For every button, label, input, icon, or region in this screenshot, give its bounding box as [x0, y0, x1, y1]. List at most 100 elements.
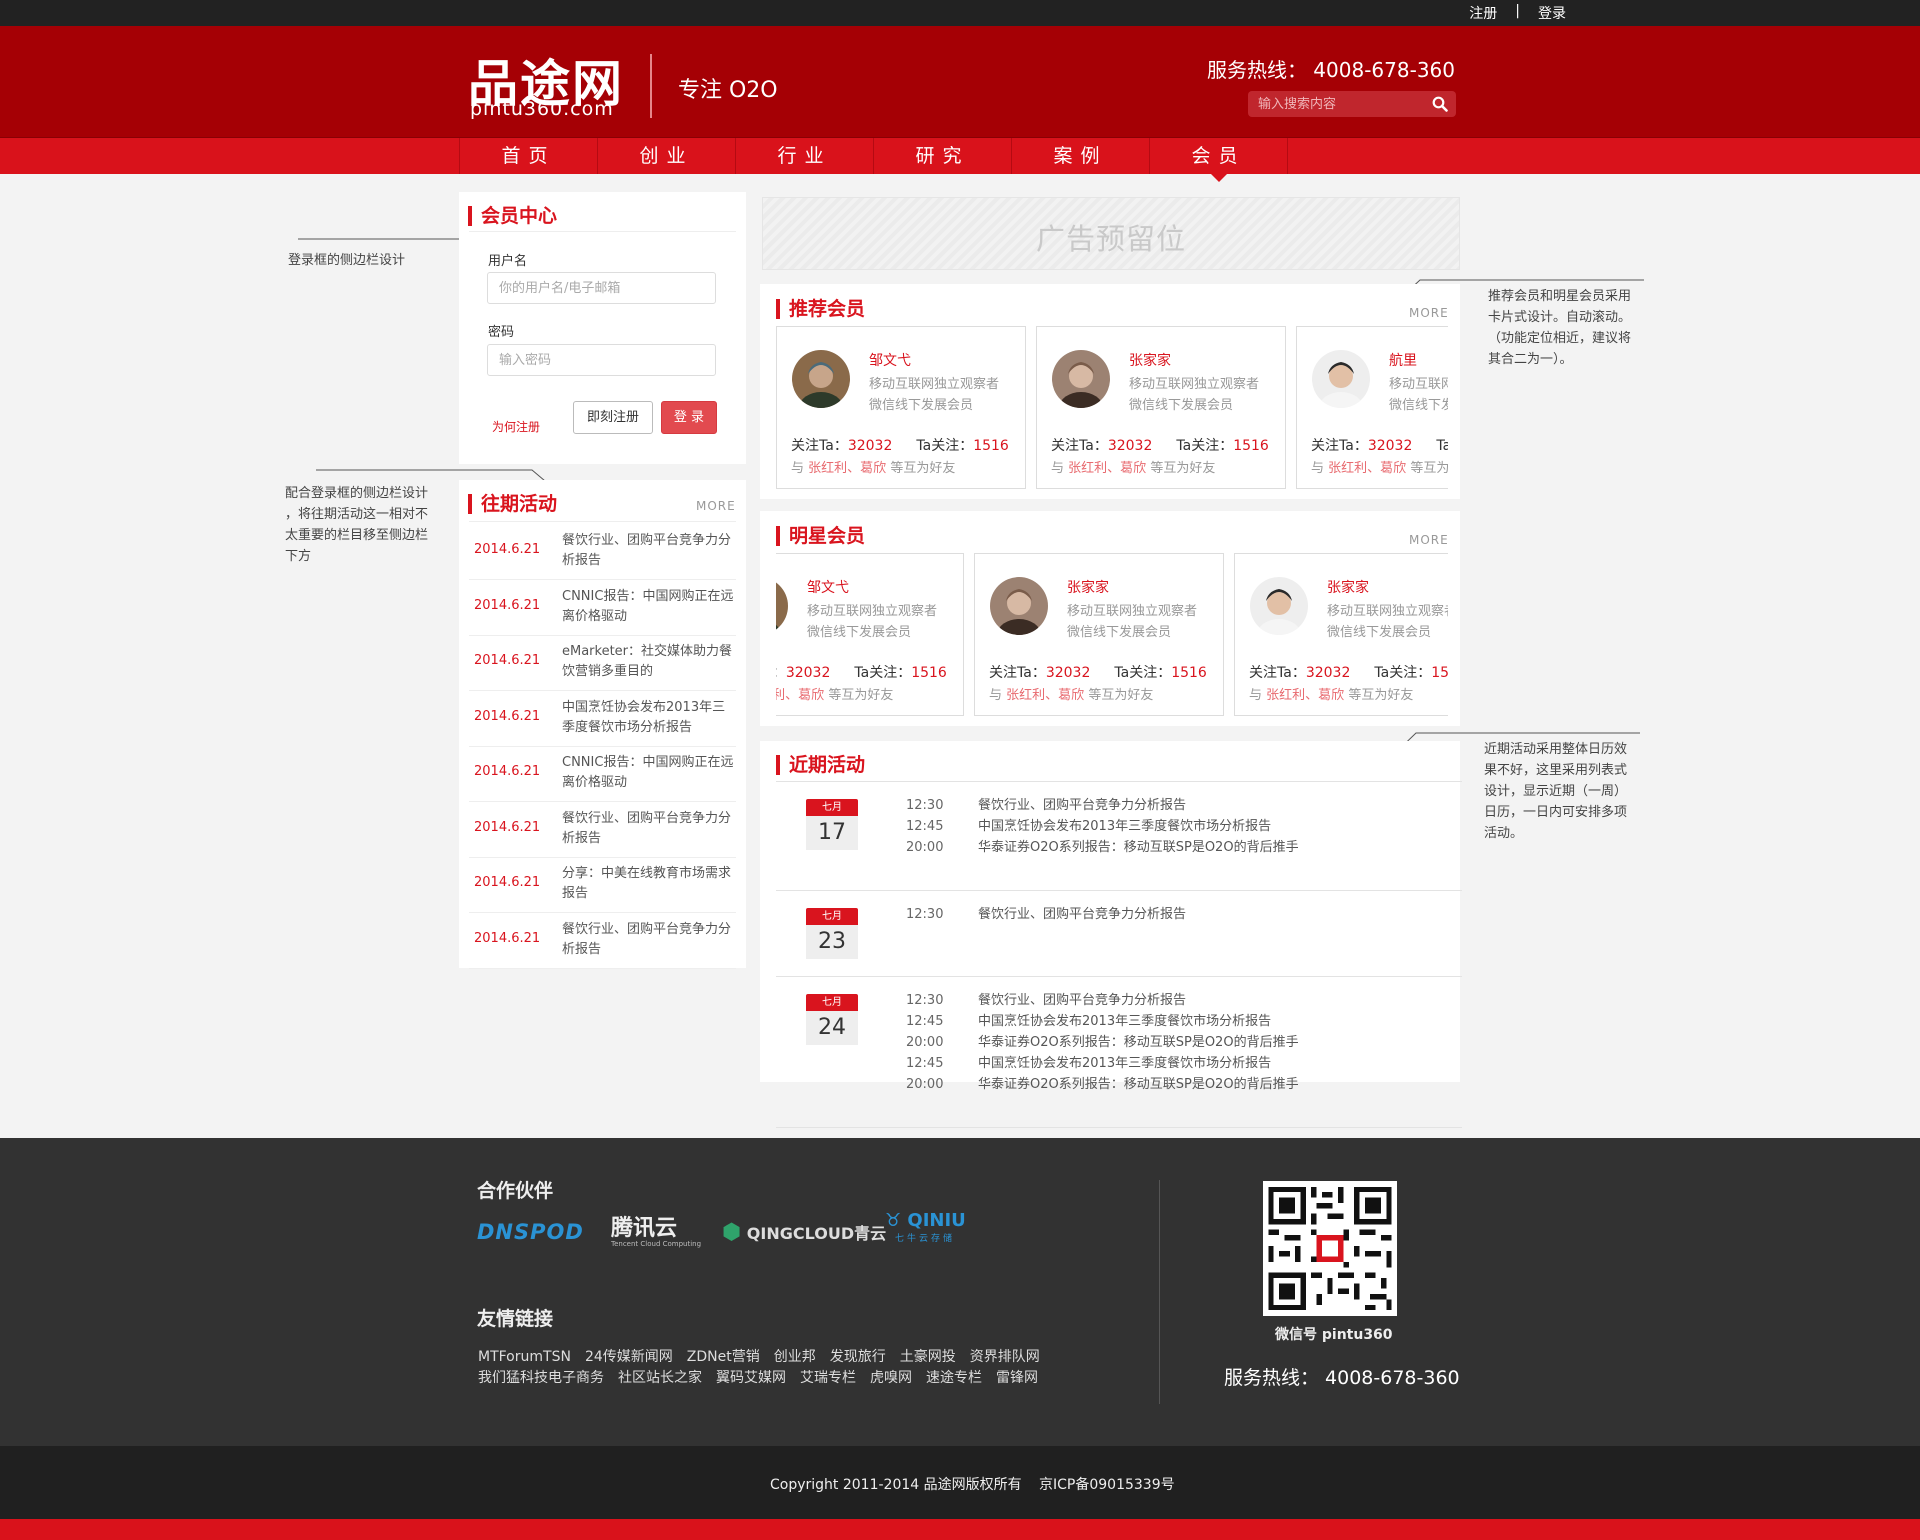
avatar[interactable]: [990, 577, 1048, 635]
event-title[interactable]: 华泰证券O2O系列报告：移动互联SP是O2O的背后推手: [978, 1077, 1299, 1092]
friend-link[interactable]: 葛欣: [798, 688, 824, 703]
member-name[interactable]: 张家家: [1067, 577, 1109, 597]
member-name[interactable]: 邹文弋: [807, 577, 849, 597]
activity-title[interactable]: 餐饮行业、团购平台竞争力分析报告: [562, 920, 737, 960]
activity-title[interactable]: 中国烹饪协会发布2013年三季度餐饮市场分析报告: [562, 698, 737, 738]
member-card[interactable]: 航里移动互联网独立观察者微信线下发展会员关注Ta：32032Ta关注：1516与…: [1296, 326, 1448, 489]
list-item[interactable]: 2014.6.21 餐饮行业、团购平台竞争力分析报告: [469, 525, 736, 580]
event-title[interactable]: 中国烹饪协会发布2013年三季度餐饮市场分析报告: [978, 1014, 1271, 1029]
event-row[interactable]: 12:30 餐饮行业、团购平台竞争力分析报告: [906, 904, 1186, 925]
friend-sep: 、: [1107, 461, 1121, 476]
avatar[interactable]: [1250, 577, 1308, 635]
list-item[interactable]: 2014.6.21 CNNIC报告：中国网购正在远离价格驱动: [469, 747, 736, 802]
event-row[interactable]: 12:30 餐饮行业、团购平台竞争力分析报告: [906, 795, 1186, 816]
friend-link[interactable]: 张红利: [776, 688, 785, 703]
list-item[interactable]: 2014.6.21 中国烹饪协会发布2013年三季度餐饮市场分析报告: [469, 692, 736, 747]
friend-site-link[interactable]: MTForumTSN: [478, 1349, 571, 1365]
member-card[interactable]: 张家家移动互联网独立观察者微信线下发展会员关注Ta：32032 Ta关注：1516…: [1036, 326, 1286, 489]
activity-title[interactable]: 分享：中美在线教育市场需求报告: [562, 864, 737, 904]
friend-link[interactable]: 张红利: [1328, 461, 1367, 476]
star-title: 明星会员: [776, 526, 865, 546]
list-item[interactable]: 2014.6.21 eMarketer：社交媒体助力餐饮营销多重目的: [469, 636, 736, 691]
friend-site-link[interactable]: 土豪网投: [900, 1349, 956, 1365]
member-name[interactable]: 邹文弋: [869, 350, 911, 370]
calendar-date[interactable]: 七月 24: [806, 994, 858, 1045]
member-card[interactable]: 邹文弋移动互联网独立观察者微信线下发展会员关注Ta：32032 Ta关注：1516…: [776, 326, 1026, 489]
star-carousel[interactable]: 邹文弋移动互联网独立观察者微信线下发展会员关注Ta：32032Ta关注：1516…: [776, 553, 1448, 717]
event-title[interactable]: 华泰证券O2O系列报告：移动互联SP是O2O的背后推手: [978, 1035, 1299, 1050]
ad-placeholder[interactable]: 广告预留位: [762, 197, 1460, 270]
event-title[interactable]: 餐饮行业、团购平台竞争力分析报告: [978, 798, 1186, 813]
avatar[interactable]: [1312, 350, 1370, 408]
activity-title[interactable]: 餐饮行业、团购平台竞争力分析报告: [562, 531, 737, 571]
event-title[interactable]: 中国烹饪协会发布2013年三季度餐饮市场分析报告: [978, 819, 1271, 834]
event-title[interactable]: 中国烹饪协会发布2013年三季度餐饮市场分析报告: [978, 1056, 1271, 1071]
friend-link[interactable]: 葛欣: [860, 461, 886, 476]
calendar-date[interactable]: 七月 23: [806, 908, 858, 959]
friend-link[interactable]: 葛欣: [1380, 461, 1406, 476]
event-row[interactable]: 12:45 中国烹饪协会发布2013年三季度餐饮市场分析报告: [906, 816, 1271, 837]
friend-site-link[interactable]: 速途专栏: [926, 1370, 982, 1386]
friend-link[interactable]: 葛欣: [1058, 688, 1084, 703]
member-name[interactable]: 航里: [1389, 350, 1417, 370]
friend-link[interactable]: 张红利: [1006, 688, 1045, 703]
partner-qingcloud-logo[interactable]: ⬢ QINGCLOUD青云: [722, 1220, 886, 1245]
event-row[interactable]: 20:00 华泰证券O2O系列报告：移动互联SP是O2O的背后推手: [906, 1074, 1299, 1095]
member-card[interactable]: 张家家移动互联网独立观察者微信线下发展会员关注Ta：32032 Ta关注：1516…: [974, 553, 1224, 716]
friend-site-link[interactable]: 24传媒新闻网: [585, 1349, 673, 1365]
calendar-date[interactable]: 七月 17: [806, 799, 858, 850]
friend-site-link[interactable]: 艾瑞专栏: [800, 1370, 856, 1386]
recommended-more-link[interactable]: MORE: [1409, 306, 1449, 320]
member-stats: 关注Ta：32032Ta关注：1516: [1311, 435, 1448, 455]
friend-link[interactable]: 张红利: [808, 461, 847, 476]
password-field[interactable]: [487, 344, 716, 376]
event-row[interactable]: 12:30 餐饮行业、团购平台竞争力分析报告: [906, 990, 1186, 1011]
member-card[interactable]: 张家家移动互联网独立观察者微信线下发展会员关注Ta：32032 Ta关注：1516…: [1234, 553, 1448, 716]
list-item[interactable]: 2014.6.21 分享：中美在线教育市场需求报告: [469, 858, 736, 913]
event-row[interactable]: 12:45 中国烹饪协会发布2013年三季度餐饮市场分析报告: [906, 1011, 1271, 1032]
activity-title[interactable]: CNNIC报告：中国网购正在远离价格驱动: [562, 753, 737, 793]
partner-dnspod-logo[interactable]: DNSPOD: [477, 1220, 584, 1244]
friend-site-link[interactable]: 社区站长之家: [618, 1370, 702, 1386]
list-item[interactable]: 2014.6.21 CNNIC报告：中国网购正在远离价格驱动: [469, 581, 736, 636]
why-register-link[interactable]: 为何注册: [492, 418, 540, 435]
event-title[interactable]: 华泰证券O2O系列报告：移动互联SP是O2O的背后推手: [978, 840, 1299, 855]
partner-qiniu-logo[interactable]: ♉ QINIU 七牛云存储: [885, 1210, 966, 1244]
friend-link[interactable]: 葛欣: [1318, 688, 1344, 703]
activity-title[interactable]: eMarketer：社交媒体助力餐饮营销多重目的: [562, 642, 737, 682]
list-item[interactable]: 2014.6.21 餐饮行业、团购平台竞争力分析报告: [469, 803, 736, 858]
username-field[interactable]: [487, 272, 716, 304]
list-item[interactable]: 2014.6.21 餐饮行业、团购平台竞争力分析报告: [469, 914, 736, 969]
member-card[interactable]: 邹文弋移动互联网独立观察者微信线下发展会员关注Ta：32032 Ta关注：1516…: [776, 553, 964, 716]
friend-link[interactable]: 张红利: [1068, 461, 1107, 476]
friend-site-link[interactable]: 虎嗅网: [870, 1370, 912, 1386]
event-row[interactable]: 12:45 中国烹饪协会发布2013年三季度餐饮市场分析报告: [906, 1053, 1271, 1074]
avatar[interactable]: [776, 577, 788, 635]
annotation-line: 其合二为一）。: [1488, 352, 1573, 367]
friend-site-link[interactable]: 雷锋网: [996, 1370, 1038, 1386]
friend-site-link[interactable]: ZDNet营销: [687, 1349, 760, 1365]
member-name[interactable]: 张家家: [1327, 577, 1369, 597]
activity-title[interactable]: CNNIC报告：中国网购正在远离价格驱动: [562, 587, 737, 627]
friend-site-link[interactable]: 我们猛科技电子商务: [478, 1370, 604, 1386]
register-button[interactable]: 即刻注册: [573, 401, 653, 434]
past-more-link[interactable]: MORE: [696, 499, 736, 513]
avatar[interactable]: [792, 350, 850, 408]
event-title[interactable]: 餐饮行业、团购平台竞争力分析报告: [978, 907, 1186, 922]
avatar[interactable]: [1052, 350, 1110, 408]
friend-site-link[interactable]: 翼码艾媒网: [716, 1370, 786, 1386]
event-row[interactable]: 20:00 华泰证券O2O系列报告：移动互联SP是O2O的背后推手: [906, 1032, 1299, 1053]
event-title[interactable]: 餐饮行业、团购平台竞争力分析报告: [978, 993, 1186, 1008]
member-name[interactable]: 张家家: [1129, 350, 1171, 370]
login-button[interactable]: 登 录: [661, 401, 717, 434]
friend-link[interactable]: 葛欣: [1120, 461, 1146, 476]
star-more-link[interactable]: MORE: [1409, 533, 1449, 547]
event-row[interactable]: 20:00 华泰证券O2O系列报告：移动互联SP是O2O的背后推手: [906, 837, 1299, 858]
friend-link[interactable]: 张红利: [1266, 688, 1305, 703]
activity-title[interactable]: 餐饮行业、团购平台竞争力分析报告: [562, 809, 737, 849]
partner-tencent-logo[interactable]: 腾讯云 Tencent Cloud Computing: [611, 1210, 701, 1248]
friend-site-link[interactable]: 资界排队网: [970, 1349, 1040, 1365]
recommended-carousel[interactable]: 邹文弋 移动互联网独立观察者 微信线下发展会员 关注Ta：32032 Ta关注：1516…: [776, 326, 1448, 490]
friend-site-link[interactable]: 发现旅行: [830, 1349, 886, 1365]
friend-site-link[interactable]: 创业邦: [774, 1349, 816, 1365]
